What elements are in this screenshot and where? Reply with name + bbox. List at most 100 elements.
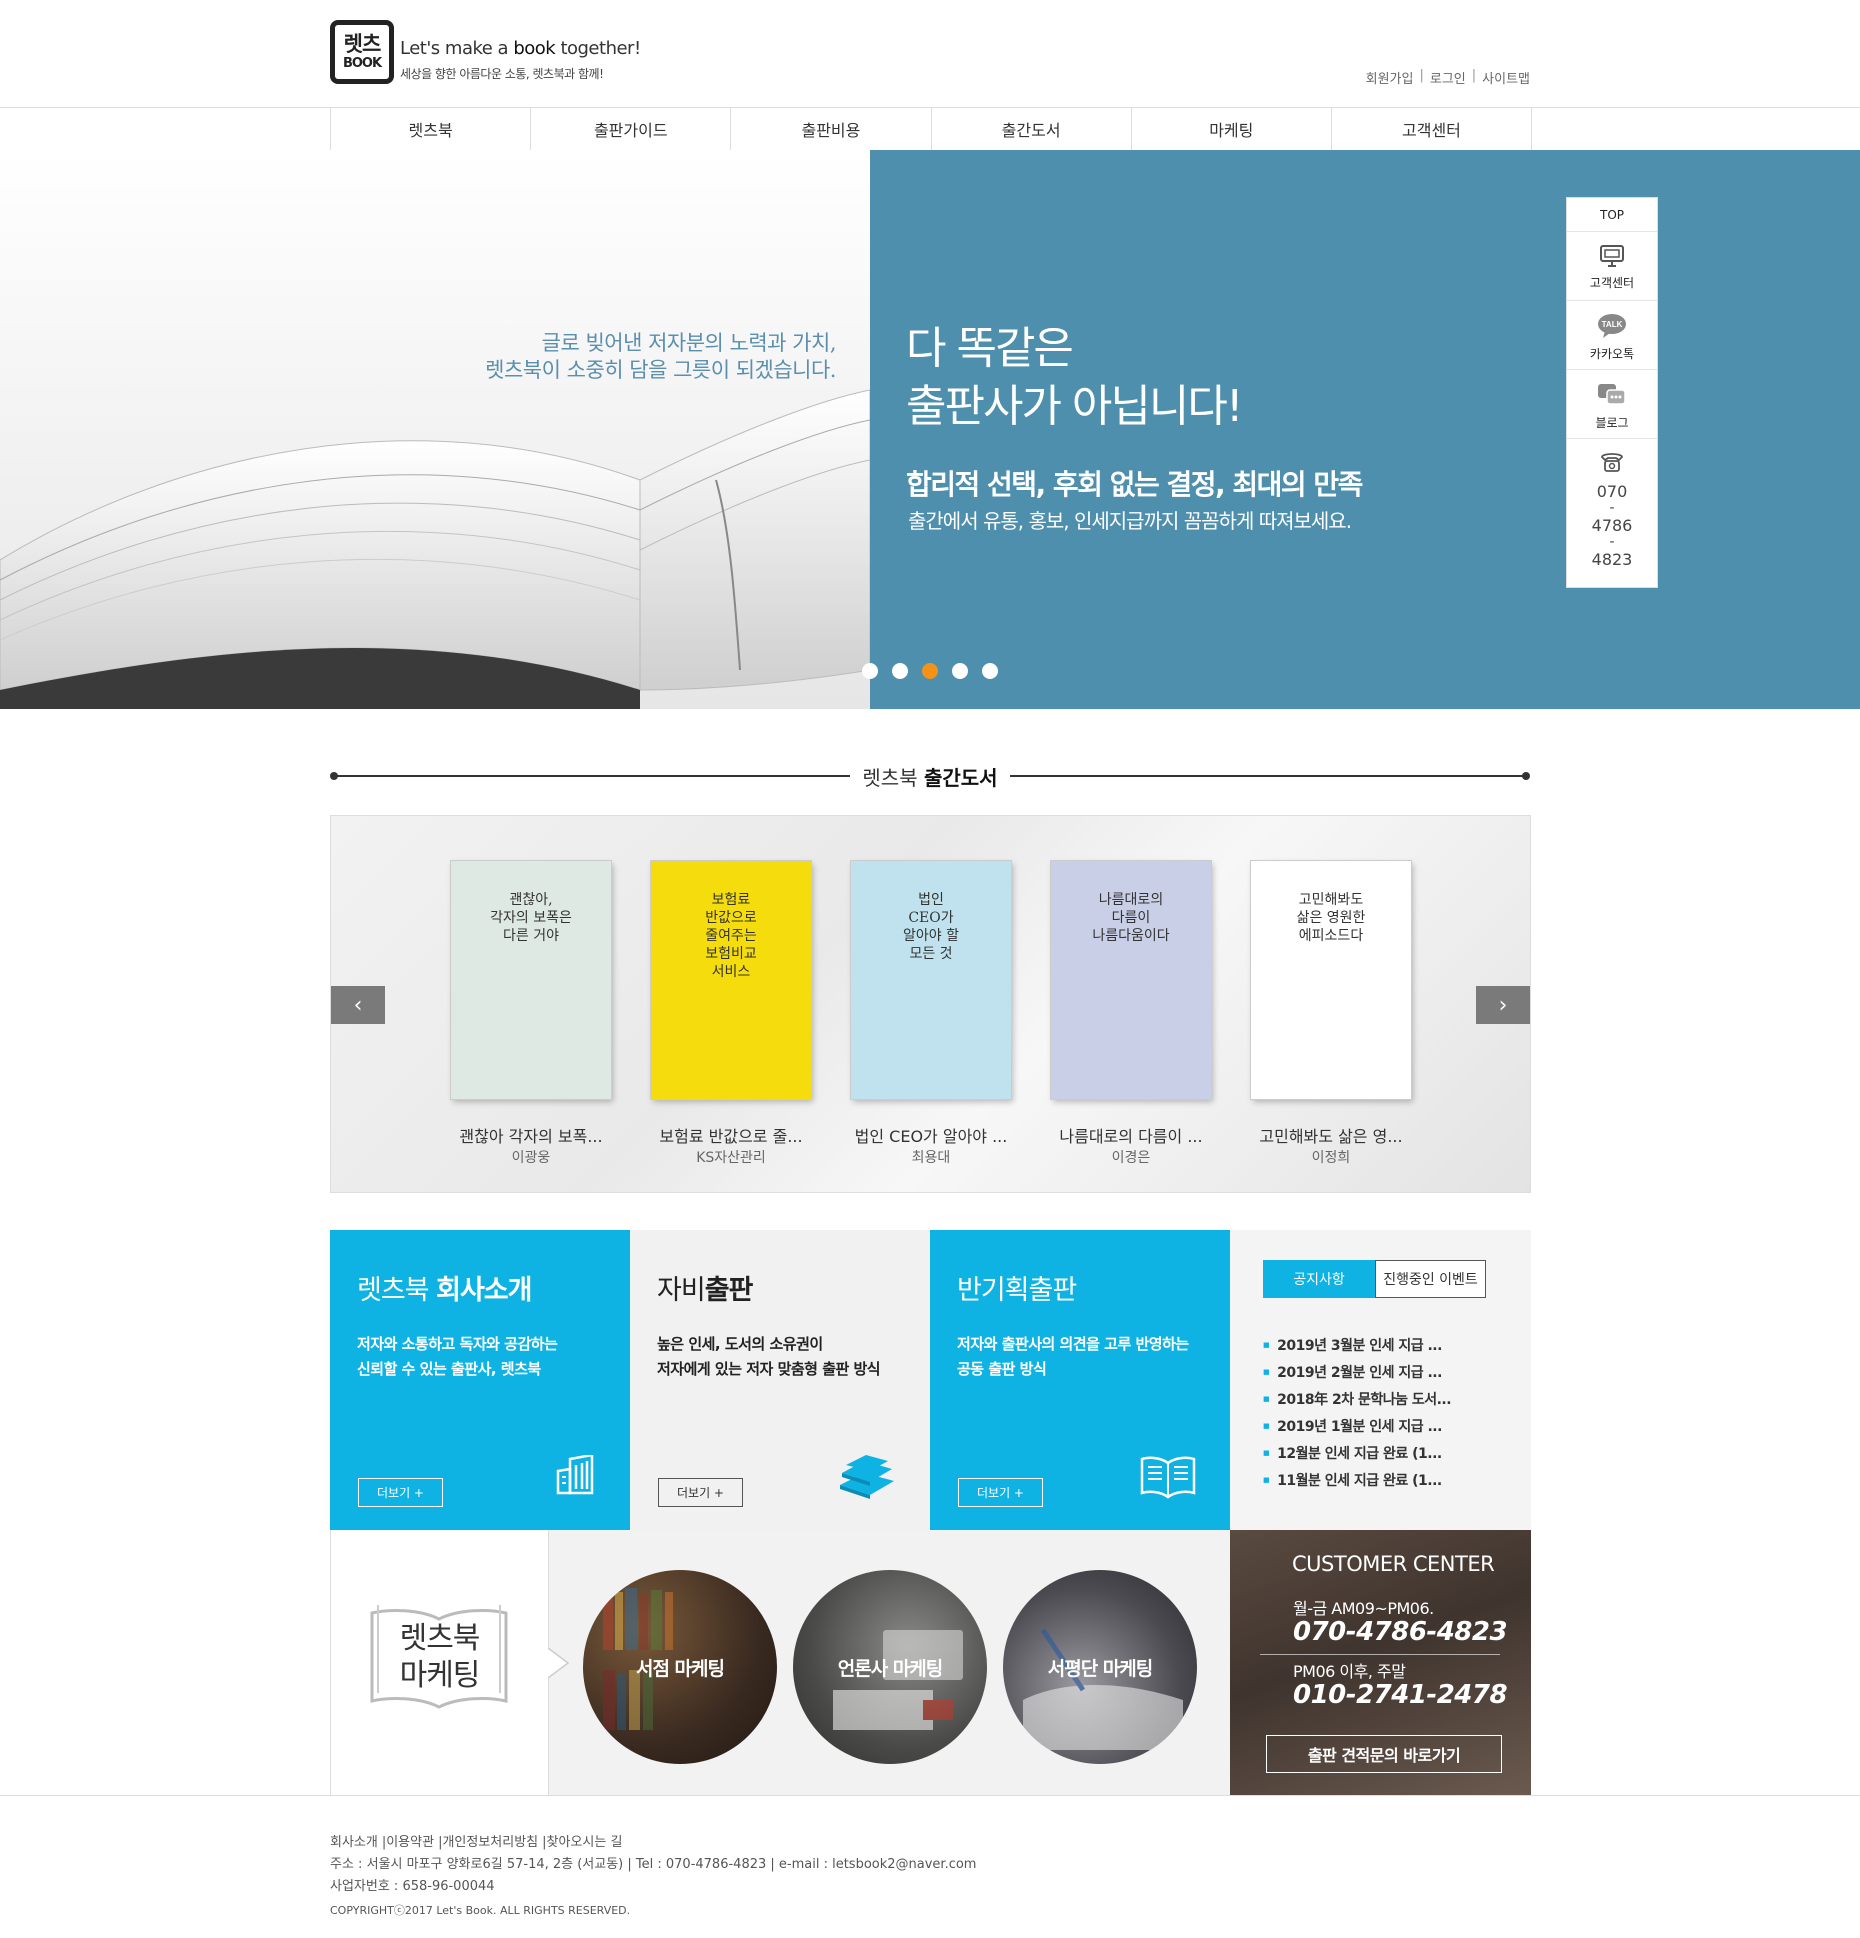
book-cover[interactable]: 법인 CEO가 알아야 할 모든 것 [851, 861, 1011, 1099]
logo-text-top: 렛츠 [343, 32, 382, 56]
slogan-book: book [513, 38, 556, 59]
block-self-desc: 높은 인세, 도서의 소유권이 저자에게 있는 저자 맞춤형 출판 방식 [657, 1332, 881, 1382]
block-semi-desc2: 공동 출판 방식 [957, 1360, 1047, 1378]
notice-item[interactable]: 2019년 2월분 인세 지급 ... [1263, 1359, 1451, 1386]
marketing-press[interactable]: 언론사 마케팅 [793, 1570, 987, 1764]
kakaotalk-icon: TALK [1598, 314, 1626, 338]
building-icon [556, 1455, 594, 1495]
signup-link[interactable]: 회원가입 [1366, 68, 1414, 87]
notice-board: 공지사항 진행중인 이벤트 2019년 3월분 인세 지급 ... 2019년 … [1230, 1230, 1531, 1530]
block-self-title: 자비출판 [657, 1268, 753, 1307]
block-self-more-button[interactable]: 더보기 + [658, 1478, 743, 1507]
slogan-post: together! [560, 38, 641, 59]
quick-phone[interactable]: 070 - 4786 - 4823 [1567, 439, 1657, 568]
nav-item-published[interactable]: 출간도서 [932, 108, 1132, 150]
nav-item-marketing[interactable]: 마케팅 [1132, 108, 1332, 150]
hero-quote-line2: 렛츠북이 소중히 담을 그릇이 되겠습니다. [485, 358, 836, 382]
book-title[interactable]: 보험료 반값으로 줄... [631, 1123, 831, 1147]
footer-links: 회사소개 |이용약관 |개인정보처리방침 |찾아오시는 길 [330, 1831, 622, 1850]
phone-part: 4823 [1591, 550, 1633, 569]
util-separator: | [1419, 68, 1424, 83]
cc-hours-weekday: 월-금 AM09~PM06. [1293, 1599, 1434, 1618]
notice-item[interactable]: 11월분 인세 지급 완료 (1... [1263, 1467, 1451, 1494]
cc-divider [1260, 1654, 1500, 1655]
book-title[interactable]: 법인 CEO가 알아야 ... [831, 1123, 1031, 1147]
footer-link-terms[interactable]: |이용약관 [382, 1831, 434, 1850]
book-title[interactable]: 괜찮아 각자의 보폭... [431, 1123, 631, 1147]
cc-phone-after[interactable]: 010-2741-2478 [1293, 1680, 1508, 1710]
nav-item-support[interactable]: 고객센터 [1332, 108, 1533, 150]
quick-support[interactable]: 고객센터 [1567, 232, 1657, 301]
slide-dot[interactable] [982, 663, 998, 679]
block-semi-desc1: 저자와 출판사의 의견을 고루 반영하는 [957, 1335, 1189, 1353]
tab-notice[interactable]: 공지사항 [1263, 1260, 1375, 1298]
logo[interactable]: 렛츠 BOOK [330, 20, 394, 84]
notice-item[interactable]: 2019년 1월분 인세 지급 ... [1263, 1413, 1451, 1440]
footer-link-directions[interactable]: |찾아오시는 길 [542, 1831, 622, 1850]
kakaotalk-badge: TALK [1602, 320, 1623, 329]
phone-part: - [1609, 500, 1615, 516]
blog-chat-icon [1598, 384, 1626, 405]
block-semi-planned[interactable]: 반기획출판 저자와 출판사의 의견을 고루 반영하는 공동 출판 방식 더보기 … [930, 1230, 1230, 1530]
book-cover[interactable]: 괜찮아, 각자의 보폭은 다른 거야 [451, 861, 611, 1099]
notice-item[interactable]: 2018年 2차 문학나눔 도서... [1263, 1386, 1451, 1413]
nav-item-guide[interactable]: 출판가이드 [531, 108, 732, 150]
marketing-label-text: 렛츠북 마케팅 [331, 1620, 548, 1694]
notice-item[interactable]: 2019년 3월분 인세 지급 ... [1263, 1332, 1451, 1359]
book-author: 이경은 [1111, 1150, 1151, 1166]
marketing-reviewers[interactable]: 서평단 마케팅 [1003, 1570, 1197, 1764]
book-cover-text: 괜찮아, 각자의 보폭은 다른 거야 [490, 892, 572, 944]
marketing-bookstore[interactable]: 서점 마케팅 [583, 1570, 777, 1764]
marketing-label-line2: 마케팅 [399, 1658, 481, 1693]
pointer-arrow-icon [548, 1648, 570, 1678]
book-cover[interactable]: 나름대로의 다름이 나름다움이다 [1051, 861, 1211, 1099]
book-title[interactable]: 나름대로의 다름이 ... [1031, 1123, 1231, 1147]
block-company-more-button[interactable]: 더보기 + [358, 1478, 443, 1507]
slide-dot[interactable] [922, 663, 938, 679]
slide-dot[interactable] [952, 663, 968, 679]
notice-item[interactable]: 12월분 인세 지급 완료 (1... [1263, 1440, 1451, 1467]
book-title[interactable]: 고민해봐도 삶은 영... [1231, 1123, 1431, 1147]
block-company[interactable]: 렛츠북 회사소개 저자와 소통하고 독자와 공감하는 신뢰할 수 있는 출판사,… [330, 1230, 630, 1530]
utility-links: 회원가입 | 로그인 | 사이트맵 [1366, 68, 1530, 87]
slide-dot[interactable] [862, 663, 878, 679]
hero-headline-line1: 다 똑같은 [906, 323, 1074, 374]
prev-button[interactable]: ‹ [331, 986, 385, 1024]
sitemap-link[interactable]: 사이트맵 [1482, 68, 1530, 87]
block-company-title: 렛츠북 회사소개 [357, 1268, 532, 1307]
login-link[interactable]: 로그인 [1430, 68, 1466, 87]
books-title-bold: 출간도서 [923, 766, 998, 790]
block-self-publishing[interactable]: 자비출판 높은 인세, 도서의 소유권이 저자에게 있는 저자 맞춤형 출판 방… [630, 1230, 930, 1530]
next-button[interactable]: › [1476, 986, 1530, 1024]
footer: 회사소개 |이용약관 |개인정보처리방침 |찾아오시는 길 주소 : 서울시 마… [0, 1796, 1860, 1938]
book-cover-text: 법인 CEO가 알아야 할 모든 것 [903, 892, 959, 962]
slide-dot[interactable] [892, 663, 908, 679]
block-company-desc: 저자와 소통하고 독자와 공감하는 신뢰할 수 있는 출판사, 렛츠북 [357, 1332, 558, 1382]
books-section-heading: 렛츠북 출간도서 [330, 762, 1530, 791]
footer-link-privacy[interactable]: |개인정보처리방침 [438, 1831, 538, 1850]
hero-subhead: 합리적 선택, 후회 없는 결정, 최대의 만족 [906, 468, 1363, 501]
footer-business-number: 사업자번호 : 658-96-00044 [330, 1879, 495, 1894]
books-title-pre: 렛츠북 [862, 766, 918, 790]
book-cover-text: 고민해봐도 삶은 영원한 에피소드다 [1296, 892, 1366, 944]
nav-item-letsbook[interactable]: 렛츠북 [331, 108, 532, 150]
block-semi-title-pre: 반기획출판 [957, 1275, 1077, 1306]
book-author: 이광웅 [511, 1150, 551, 1166]
cc-phone-main[interactable]: 070-4786-4823 [1293, 1617, 1508, 1647]
cc-title: CUSTOMER CENTER [1292, 1552, 1495, 1576]
footer-link-about[interactable]: 회사소개 [330, 1831, 378, 1850]
book-cover[interactable]: 보험료 반값으로 줄여주는 보험비교 서비스 [651, 861, 811, 1099]
block-semi-title: 반기획출판 [957, 1268, 1077, 1307]
nav-item-cost[interactable]: 출판비용 [731, 108, 932, 150]
estimate-inquiry-button[interactable]: 출판 견적문의 바로가기 [1266, 1735, 1502, 1773]
hero-description: 출간에서 유통, 홍보, 인세지급까지 꼼꼼하게 따져보세요. [908, 509, 1352, 533]
quick-kakaotalk[interactable]: TALK 카카오톡 [1567, 301, 1657, 370]
main-nav: 렛츠북 출판가이드 출판비용 출간도서 마케팅 고객센터 [330, 108, 1533, 150]
top-button[interactable]: TOP [1567, 198, 1657, 232]
tab-events[interactable]: 진행중인 이벤트 [1375, 1260, 1486, 1298]
block-semi-more-button[interactable]: 더보기 + [958, 1478, 1043, 1507]
book-cover[interactable]: 고민해봐도 삶은 영원한 에피소드다 [1251, 861, 1411, 1099]
customer-center: CUSTOMER CENTER 월-금 AM09~PM06. 070-4786-… [1230, 1530, 1531, 1796]
quick-blog[interactable]: 블로그 [1567, 370, 1657, 439]
book-author: KS자산관리 [696, 1150, 766, 1166]
